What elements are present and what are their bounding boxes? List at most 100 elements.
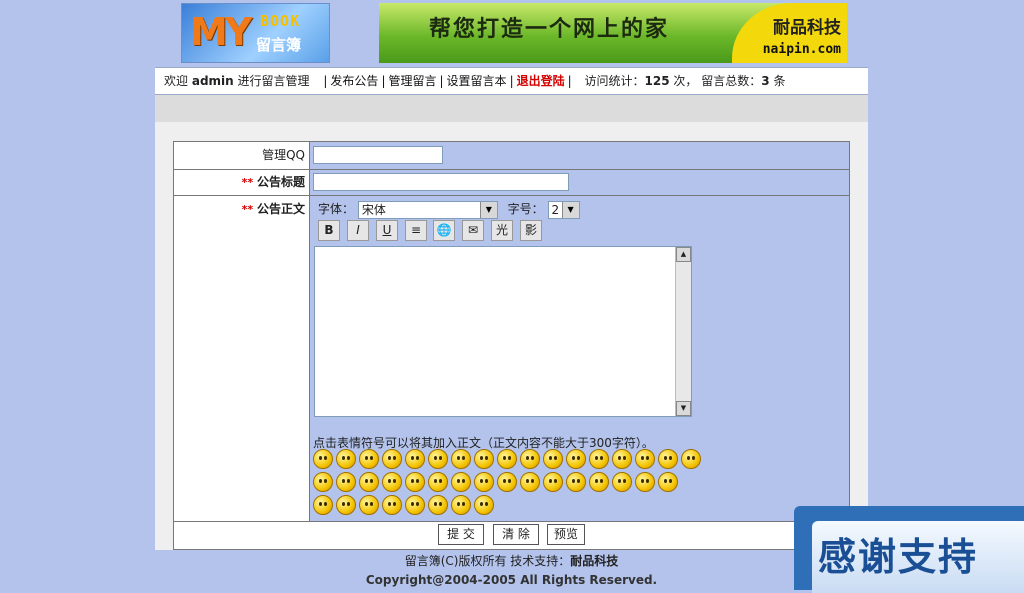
- size-label: 字号：: [507, 202, 544, 216]
- form-row-body: ** 公告正文 字体： 宋体 ▼ 字号： 2 ▼ B I U ≡ 🌐 ✉ 光 影…: [174, 196, 849, 522]
- message-count: 3: [761, 74, 770, 88]
- emoticon-icon[interactable]: [336, 449, 356, 469]
- title-input[interactable]: [313, 173, 569, 191]
- admin-user: admin: [191, 74, 234, 88]
- emoticon-icon[interactable]: [566, 449, 586, 469]
- emoticon-icon[interactable]: [635, 449, 655, 469]
- insert-email-button[interactable]: ✉: [462, 220, 484, 241]
- banner-slogan: 帮您打造一个网上的家: [429, 17, 670, 42]
- visit-unit: 次，: [673, 74, 698, 88]
- font-select[interactable]: 宋体 ▼: [357, 200, 498, 219]
- footer-copyright: 留言簿(C)版权所有 技术支持：耐品科技: [155, 552, 868, 569]
- insert-link-button[interactable]: 🌐: [433, 220, 455, 241]
- visit-count: 125: [644, 74, 670, 88]
- glow-button[interactable]: 光: [491, 220, 513, 241]
- emoticon-icon[interactable]: [336, 495, 356, 515]
- emoticon-icon[interactable]: [451, 449, 471, 469]
- emoticon-icon[interactable]: [589, 449, 609, 469]
- submit-button[interactable]: 提 交: [438, 524, 484, 545]
- nav-link-logout[interactable]: 退出登陆: [517, 74, 565, 88]
- emoticon-icon[interactable]: [313, 449, 333, 469]
- emoticon-icon[interactable]: [428, 449, 448, 469]
- bold-button[interactable]: B: [318, 220, 340, 241]
- emoticon-icon[interactable]: [382, 449, 402, 469]
- title-label: 公告标题: [256, 175, 305, 189]
- ad-banner[interactable]: 帮您打造一个网上的家 耐品科技 naipin.com: [379, 3, 847, 63]
- thanks-widget[interactable]: 感谢支持: [794, 506, 1024, 593]
- emoticon-icon[interactable]: [359, 449, 379, 469]
- logo: MY BOOK 留言簿: [181, 3, 330, 63]
- clear-button[interactable]: 清 除: [493, 524, 539, 545]
- emoticon-icon[interactable]: [313, 495, 333, 515]
- emoticon-icon[interactable]: [359, 472, 379, 492]
- footer-line2: Copyright@2004-2005 All Rights Reserved.: [365, 573, 658, 587]
- size-select-value: 2: [551, 202, 560, 217]
- emoticon-icon[interactable]: [428, 495, 448, 515]
- form-row-qq: 管理QQ: [174, 142, 849, 170]
- center-align-button[interactable]: ≡: [405, 220, 427, 241]
- nav-bar: 欢迎 admin 进行留言管理 | 发布公告 | 管理留言 | 设置留言本 | 退出登陆 | 访…: [155, 67, 868, 95]
- emoticon-icon[interactable]: [589, 472, 609, 492]
- emoticon-icon[interactable]: [566, 472, 586, 492]
- nav-separator: |: [567, 74, 572, 88]
- emoticon-icon[interactable]: [474, 495, 494, 515]
- nav-link-manage-messages[interactable]: 管理留言: [388, 74, 436, 88]
- emoticon-icon[interactable]: [543, 449, 563, 469]
- emoticon-icon[interactable]: [359, 495, 379, 515]
- required-mark: **: [241, 176, 254, 189]
- underline-button[interactable]: U: [376, 220, 398, 241]
- nav-separator: |: [509, 74, 514, 88]
- emoticon-icon[interactable]: [497, 449, 517, 469]
- footer-line1: 留言簿(C)版权所有 技术支持：: [404, 554, 571, 568]
- emoticon-icon[interactable]: [382, 495, 402, 515]
- emoticon-icon[interactable]: [428, 472, 448, 492]
- size-select[interactable]: 2 ▼: [547, 200, 580, 219]
- page-wrapper: MY BOOK 留言簿 帮您打造一个网上的家 耐品科技 naipin.com 欢…: [155, 0, 868, 590]
- emoticon-icon[interactable]: [451, 495, 471, 515]
- emoticon-icon[interactable]: [474, 472, 494, 492]
- banner-brand: 耐品科技: [773, 18, 841, 38]
- content-panel: 管理QQ ** 公告标题 ** 公告正文 字体： 宋体 ▼ 字号： 2 ▼ B …: [155, 122, 868, 550]
- banner-url: naipin.com: [762, 42, 841, 57]
- welcome-prefix: 欢迎: [164, 74, 189, 88]
- nav-separator: |: [439, 74, 444, 88]
- emoticon-icon[interactable]: [520, 449, 540, 469]
- preview-button[interactable]: 预览: [547, 524, 585, 545]
- qq-input[interactable]: [313, 146, 443, 164]
- textarea-scrollbar[interactable]: ▲ ▼: [675, 247, 691, 416]
- message-count-unit: 条: [773, 74, 786, 88]
- emoticon-icon[interactable]: [681, 449, 701, 469]
- emoticon-icon[interactable]: [497, 472, 517, 492]
- nav-link-settings[interactable]: 设置留言本: [447, 74, 507, 88]
- emoticon-icon[interactable]: [405, 449, 425, 469]
- font-toolbar: 字体： 宋体 ▼ 字号： 2 ▼: [318, 200, 580, 219]
- emoticon-icon[interactable]: [405, 495, 425, 515]
- welcome-suffix: 进行留言管理: [237, 74, 310, 88]
- logo-book: BOOK: [260, 12, 301, 30]
- shadow-button[interactable]: 影: [520, 220, 542, 241]
- emoticon-icon[interactable]: [658, 472, 678, 492]
- scroll-up-icon[interactable]: ▲: [676, 247, 691, 262]
- emoticon-icon[interactable]: [405, 472, 425, 492]
- footer: 留言簿(C)版权所有 技术支持：耐品科技 Copyright@2004-2005…: [155, 550, 868, 590]
- emoticon-icon[interactable]: [658, 449, 678, 469]
- emoticon-icon[interactable]: [635, 472, 655, 492]
- emoticon-icon[interactable]: [543, 472, 563, 492]
- logo-my: MY: [190, 10, 252, 54]
- emoticon-icon[interactable]: [474, 449, 494, 469]
- emoticon-icon[interactable]: [612, 449, 632, 469]
- emoticon-icon[interactable]: [382, 472, 402, 492]
- emoticon-icon[interactable]: [336, 472, 356, 492]
- emoticon-icon[interactable]: [313, 472, 333, 492]
- logo-guestbook: 留言簿: [256, 36, 302, 54]
- stats-label: 访问统计：: [584, 74, 645, 88]
- scroll-down-icon[interactable]: ▼: [676, 401, 691, 416]
- body-textarea[interactable]: ▲ ▼: [314, 246, 692, 417]
- emoticon-icon[interactable]: [451, 472, 471, 492]
- emoticon-icon[interactable]: [612, 472, 632, 492]
- title-label-cell: ** 公告标题: [174, 170, 310, 195]
- emoticon-icon[interactable]: [520, 472, 540, 492]
- nav-link-post-notice[interactable]: 发布公告: [330, 74, 378, 88]
- chevron-down-icon: ▼: [561, 201, 579, 218]
- italic-button[interactable]: I: [347, 220, 369, 241]
